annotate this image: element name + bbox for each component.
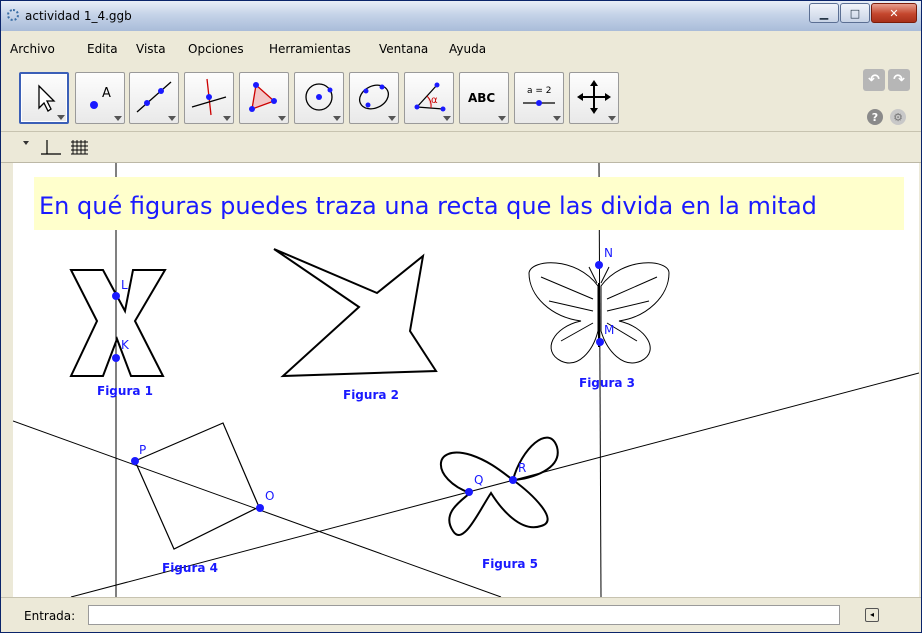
point-r — [509, 476, 517, 484]
line-tool-button[interactable] — [129, 72, 179, 124]
figura-2-label: Figura 2 — [343, 388, 399, 402]
undo-icon[interactable]: ↶ — [863, 69, 885, 91]
input-field[interactable] — [88, 605, 840, 625]
input-bar: Entrada: ◂ — [1, 597, 921, 632]
menu-ayuda[interactable]: Ayuda — [449, 42, 486, 56]
svg-text:A: A — [102, 86, 111, 101]
polygon-icon — [249, 82, 277, 112]
polygon-tool-button[interactable] — [239, 72, 289, 124]
geogebra-window: actividad 1_4.ggb ▁ □ ✕ Archivo Edita Vi… — [0, 0, 922, 633]
circle-icon — [305, 83, 333, 111]
style-bar-toggle-icon — [23, 141, 29, 145]
slider-tool-button[interactable]: a = 2 — [514, 72, 564, 124]
grid-icon — [71, 140, 88, 155]
point-l — [112, 292, 120, 300]
redo-icon[interactable]: ↷ — [888, 69, 910, 91]
menu-edita[interactable]: Edita — [87, 42, 118, 56]
point-k-label: K — [121, 338, 130, 352]
point-icon: A — [90, 86, 111, 109]
figura-5-shape — [440, 436, 559, 536]
point-n — [595, 261, 603, 269]
move-arrows-icon — [577, 80, 611, 114]
style-bar — [1, 132, 921, 163]
conic-tool-button[interactable] — [349, 72, 399, 124]
help-icon[interactable]: ? — [867, 109, 883, 125]
menu-herramientas[interactable]: Herramientas — [269, 42, 351, 56]
point-tool-button[interactable]: A — [75, 72, 125, 124]
point-m — [596, 338, 604, 346]
menu-ventana[interactable]: Ventana — [379, 42, 428, 56]
gear-icon[interactable]: ⚙ — [890, 109, 906, 125]
figura-1-label: Figura 1 — [97, 384, 153, 398]
point-o-label: O — [265, 489, 274, 503]
minimize-button[interactable]: ▁ — [809, 3, 839, 23]
question-heading: En qué figuras puedes traza una recta qu… — [39, 192, 817, 220]
ellipse-icon — [358, 84, 390, 110]
window-controls: ▁ □ ✕ — [808, 3, 917, 23]
menu-opciones[interactable]: Opciones — [188, 42, 244, 56]
figura-2-shape — [273, 248, 438, 378]
point-q — [465, 488, 473, 496]
point-m-label: M — [604, 323, 614, 337]
svg-text:α: α — [431, 95, 438, 106]
close-button[interactable]: ✕ — [871, 3, 917, 23]
cursor-arrow-icon — [38, 84, 56, 112]
geogebra-app-icon — [7, 9, 19, 21]
move-graphics-tool-button[interactable] — [569, 72, 619, 124]
point-o — [256, 504, 264, 512]
menu-archivo[interactable]: Archivo — [10, 42, 55, 56]
toolbar: A α ABC a = 2 — [1, 65, 921, 132]
angle-icon: α — [414, 82, 446, 112]
figura-3-label: Figura 3 — [579, 376, 635, 390]
point-r-label: R — [518, 461, 526, 475]
graphics-view[interactable]: En qué figuras puedes traza una recta qu… — [13, 163, 919, 597]
point-p — [131, 457, 139, 465]
figura-3-butterfly — [528, 262, 670, 364]
point-q-label: Q — [474, 473, 483, 487]
menu-bar: Archivo Edita Vista Opciones Herramienta… — [1, 31, 921, 65]
point-p-label: P — [139, 443, 146, 457]
input-help-icon[interactable]: ◂ — [865, 608, 879, 622]
maximize-button[interactable]: □ — [840, 3, 870, 23]
slider-icon: a = 2 — [523, 86, 555, 106]
style-bar-icons — [23, 140, 88, 155]
text-tool-button[interactable]: ABC — [459, 72, 509, 124]
figura-4-shape — [134, 422, 260, 550]
figura-4-label: Figura 4 — [162, 561, 218, 575]
axes-icon — [41, 140, 61, 155]
perpendicular-line-icon — [191, 78, 227, 116]
perpendicular-line-tool-button[interactable] — [184, 72, 234, 124]
figura-5-label: Figura 5 — [482, 557, 538, 571]
move-tool-button[interactable] — [19, 72, 69, 124]
point-n-label: N — [604, 246, 613, 260]
point-k — [112, 354, 120, 362]
line-icon — [136, 81, 172, 113]
point-l-label: L — [121, 278, 128, 292]
menu-vista[interactable]: Vista — [136, 42, 166, 56]
circle-tool-button[interactable] — [294, 72, 344, 124]
input-label: Entrada: — [24, 609, 76, 623]
svg-text:ABC: ABC — [468, 91, 495, 105]
window-title: actividad 1_4.ggb — [25, 9, 132, 23]
text-icon: ABC — [468, 91, 495, 105]
title-bar: actividad 1_4.ggb ▁ □ ✕ — [1, 1, 921, 32]
svg-text:a = 2: a = 2 — [527, 86, 552, 96]
angle-tool-button[interactable]: α — [404, 72, 454, 124]
